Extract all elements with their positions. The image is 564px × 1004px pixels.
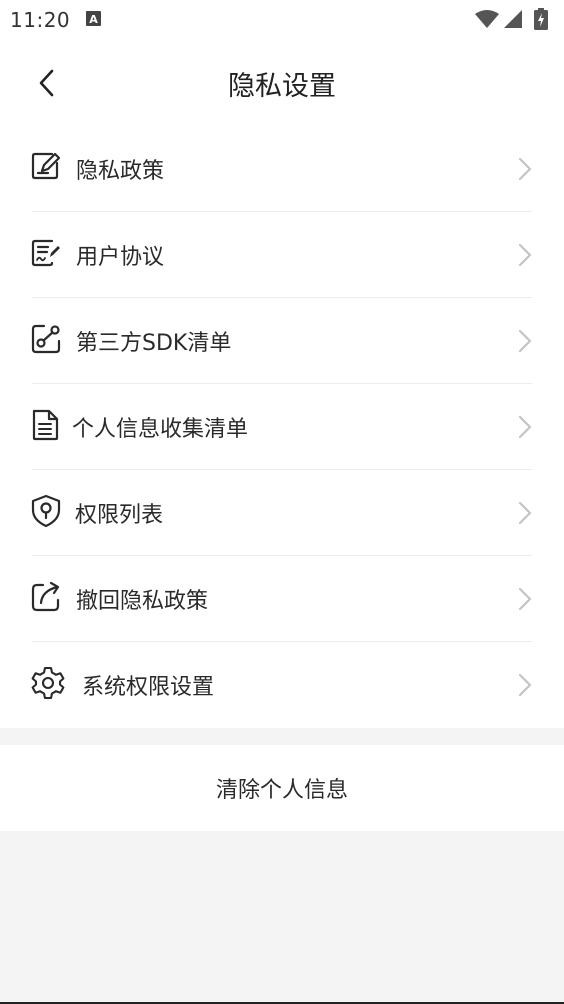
battery-charging-icon [534,8,548,30]
page-title: 隐私设置 [228,71,336,102]
file-list-icon [32,409,59,441]
chevron-right-icon [518,157,532,181]
menu-item-privacy-policy[interactable]: 隐私政策 [0,126,564,212]
menu-item-third-party-sdk-list[interactable]: 第三方SDK清单 [0,298,564,384]
menu-item-label: 用户协议 [76,245,165,270]
status-bar: 11:20 A [0,0,564,40]
svg-text:A: A [89,13,98,26]
shield-location-icon [31,494,61,528]
chevron-right-icon [518,587,532,611]
chevron-right-icon [518,329,532,353]
menu-item-label: 个人信息收集清单 [72,417,249,442]
chevron-right-icon [518,243,532,267]
gear-icon [31,666,65,700]
menu-item-label: 系统权限设置 [82,675,215,700]
navigation-bar: 隐私设置 [0,40,564,126]
clear-personal-info-label: 清除个人信息 [215,778,348,803]
menu-item-system-permission-settings[interactable]: 系统权限设置 [0,642,564,728]
menu-item-label: 权限列表 [75,503,164,528]
status-time: 11:20 [10,8,71,32]
menu-item-label: 第三方SDK清单 [76,331,232,356]
chevron-right-icon [518,673,532,697]
share-arrow-icon [31,581,60,612]
chevron-right-icon [518,415,532,439]
edit-note-icon [31,152,61,180]
signal-icon [504,10,522,28]
menu-item-label: 撤回隐私政策 [76,589,209,614]
document-sign-icon [31,239,60,267]
menu-item-label: 隐私政策 [76,159,165,184]
menu-item-user-agreement[interactable]: 用户协议 [0,212,564,298]
clear-personal-info-button[interactable]: 清除个人信息 [0,745,564,831]
wifi-icon [475,10,499,28]
chevron-right-icon [518,501,532,525]
menu-item-permission-list[interactable]: 权限列表 [0,470,564,556]
menu-item-personal-info-collection-list[interactable]: 个人信息收集清单 [0,384,564,470]
settings-menu-list: 隐私政策 用户协议 第三方SDK清单 个人信息收集清单 权限列表 撤回隐私政策 … [0,126,564,728]
share-link-icon [31,324,61,354]
menu-item-revoke-privacy-policy[interactable]: 撤回隐私政策 [0,556,564,642]
text-a-icon: A [86,11,101,26]
